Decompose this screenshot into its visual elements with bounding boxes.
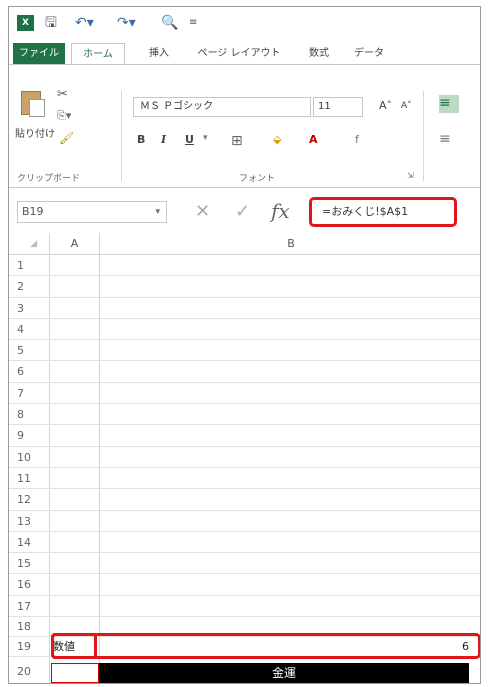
column-header-b[interactable]: B (99, 233, 480, 255)
row-number[interactable]: 1 (17, 255, 47, 276)
row-number[interactable]: 15 (17, 553, 47, 574)
ribbon-home: 貼り付け ✂ ⎘▾ 🖌 クリップボード ＭＳ Ｐゴシック 11 A˄ A˅ B … (9, 64, 480, 188)
font-size-select[interactable]: 11 (313, 97, 363, 117)
chevron-down-icon[interactable]: ▾ (155, 202, 160, 222)
tab-file[interactable]: ファイル (13, 43, 65, 65)
row-number[interactable]: 12 (17, 489, 47, 510)
fill-color-icon[interactable]: ⬙ (273, 133, 281, 146)
select-all-corner[interactable]: ◢ (9, 233, 49, 255)
tab-page-layout[interactable]: ページ レイアウト (189, 43, 289, 65)
row-number[interactable]: 16 (17, 574, 47, 595)
row-number[interactable]: 11 (17, 468, 47, 489)
tab-insert[interactable]: 挿入 (139, 43, 179, 65)
row-number[interactable]: 7 (17, 383, 47, 404)
cut-icon[interactable]: ✂ (57, 87, 68, 102)
bold-button[interactable]: B (137, 133, 145, 146)
quick-access-toolbar: X 🖫 ↶▾ ↷▾ 🔍 ≡ (9, 7, 480, 39)
tab-formulas[interactable]: 数式 (299, 43, 339, 65)
redo-icon[interactable]: ↷▾ (117, 13, 136, 33)
name-box[interactable]: B19 ▾ (17, 201, 167, 223)
save-icon[interactable]: 🖫 (45, 13, 57, 33)
grid-row: 5 (9, 340, 480, 362)
grid-row: 9 (9, 425, 480, 447)
font-color-icon[interactable]: A (309, 133, 318, 146)
phonetic-icon[interactable]: 𝖿 (355, 133, 359, 146)
underline-button[interactable]: U (185, 133, 194, 146)
ribbon-tabs: ファイル ホーム 挿入 ページ レイアウト 数式 データ (9, 43, 480, 65)
tab-data[interactable]: データ (349, 43, 389, 65)
grid-row: 8 (9, 404, 480, 426)
formula-input[interactable]: =おみくじ!$A$1 (309, 197, 457, 227)
font-dialog-launcher-icon[interactable]: ⇲ (407, 171, 414, 180)
grid-row: 10 (9, 447, 480, 468)
paste-icon[interactable] (21, 87, 47, 117)
grid-row: 1 (9, 255, 480, 277)
grid-row: 6 (9, 361, 480, 383)
name-box-value: B19 (22, 205, 44, 218)
font-group-label: フォント (239, 174, 276, 184)
row-number[interactable]: 20 (17, 661, 47, 683)
grow-font-icon[interactable]: A˄ (379, 99, 392, 112)
excel-window: X 🖫 ↶▾ ↷▾ 🔍 ≡ ファイル ホーム 挿入 ページ レイアウト 数式 デ… (8, 6, 481, 684)
row-number[interactable]: 8 (17, 404, 47, 425)
borders-icon[interactable]: ⊞ (231, 133, 243, 149)
italic-button[interactable]: I (161, 133, 166, 146)
format-painter-icon[interactable]: 🖌 (59, 131, 74, 145)
grid-row: 15 (9, 553, 480, 575)
cell-a20[interactable] (51, 663, 99, 683)
grid-row: 13 (9, 511, 480, 532)
formula-bar: B19 ▾ ✕ ✓ fx =おみくじ!$A$1 (9, 193, 480, 229)
excel-logo-icon: X (17, 15, 34, 31)
underline-dropdown-icon[interactable]: ▾ (203, 133, 208, 143)
row-number[interactable]: 19 (17, 637, 47, 657)
worksheet-grid[interactable]: ◢ A B 1 2 3 4 5 6 7 8 9 10 11 12 13 14 1… (9, 233, 480, 683)
grid-row: 4 (9, 319, 480, 341)
insert-function-icon[interactable]: fx (271, 199, 290, 223)
copy-icon[interactable]: ⎘▾ (57, 109, 71, 123)
row-number[interactable]: 4 (17, 319, 47, 340)
grid-row: 12 (9, 489, 480, 511)
align-left-icon[interactable]: ≡ (439, 131, 459, 149)
grid-row: 3 (9, 298, 480, 319)
row-number[interactable]: 14 (17, 532, 47, 553)
row-number[interactable]: 17 (17, 596, 47, 617)
font-name-select[interactable]: ＭＳ Ｐゴシック (133, 97, 311, 117)
tab-home[interactable]: ホーム (71, 43, 125, 65)
highlight-box-a19 (51, 633, 97, 659)
column-header-a[interactable]: A (49, 233, 99, 255)
grid-row: 7 (9, 383, 480, 405)
customize-icon[interactable]: ≡ (189, 13, 197, 33)
undo-icon[interactable]: ↶▾ (75, 13, 94, 33)
group-divider (121, 91, 122, 181)
shrink-font-icon[interactable]: A˅ (401, 101, 412, 111)
group-divider (423, 91, 424, 181)
row-number[interactable]: 13 (17, 511, 47, 532)
row-number[interactable]: 9 (17, 425, 47, 446)
row-number[interactable]: 2 (17, 276, 47, 297)
cell-b20[interactable]: 金運 (99, 663, 469, 683)
enter-check-icon[interactable]: ✓ (235, 201, 250, 222)
print-preview-icon[interactable]: 🔍 (161, 13, 178, 33)
highlight-box-row19 (51, 633, 480, 659)
grid-row: 14 (9, 532, 480, 554)
row-number[interactable]: 18 (17, 617, 47, 637)
cancel-icon[interactable]: ✕ (195, 201, 210, 222)
grid-row: 16 (9, 574, 480, 596)
row-number[interactable]: 5 (17, 340, 47, 361)
grid-row: 17 (9, 596, 480, 617)
paste-button[interactable]: 貼り付け (15, 125, 55, 140)
grid-row: 2 (9, 276, 480, 298)
grid-row: 11 (9, 468, 480, 490)
clipboard-group-label: クリップボード (17, 174, 81, 184)
row-number[interactable]: 10 (17, 447, 47, 468)
row-number[interactable]: 6 (17, 361, 47, 382)
row-number[interactable]: 3 (17, 298, 47, 319)
align-top-icon[interactable]: ≡ (439, 95, 459, 113)
